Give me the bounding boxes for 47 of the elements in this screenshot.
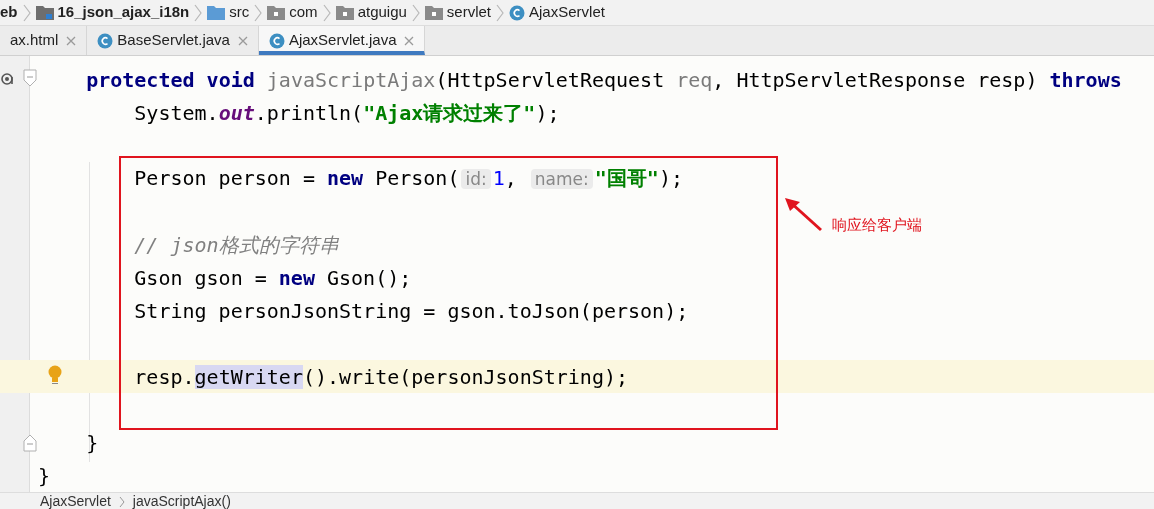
code-line: // json格式的字符串 — [133, 232, 339, 257]
breadcrumb-item[interactable]: atguigu — [357, 1, 407, 24]
code-line: } — [38, 463, 51, 488]
chevron-icon — [118, 496, 125, 508]
breadcrumb-item[interactable]: javaScriptAjax() — [132, 493, 231, 509]
code-line: System.out.println("Ajax请求过来了"); — [133, 100, 560, 125]
class-icon — [509, 4, 526, 21]
code-line: Person person = new Person( id: 1, name: "国哥"); — [133, 166, 683, 191]
override-icon[interactable] — [1, 71, 15, 87]
chevron-icon — [322, 3, 331, 22]
chevron-icon — [254, 3, 263, 22]
chevron-icon — [194, 3, 203, 22]
folder-icon — [267, 5, 286, 20]
folder-icon — [335, 5, 354, 20]
lightbulb-icon[interactable] — [48, 365, 62, 385]
class-icon — [97, 32, 114, 49]
breadcrumb-item[interactable]: AjaxServlet — [529, 1, 605, 24]
code-line: Gson gson = new Gson(); — [133, 265, 412, 290]
breadcrumb-item[interactable]: eb — [0, 1, 18, 24]
close-icon[interactable] — [237, 35, 248, 46]
breadcrumb-item[interactable]: src — [229, 1, 250, 24]
folder-icon — [35, 5, 54, 20]
code-line: } — [85, 430, 99, 455]
editor-tab[interactable]: AjaxServlet.java — [258, 26, 426, 55]
chevron-icon — [411, 3, 420, 22]
tab-label: ax.html — [10, 30, 59, 51]
breadcrumb-item[interactable]: com — [289, 1, 318, 24]
breadcrumb-item[interactable]: servlet — [446, 1, 492, 24]
code-line: resp.getWriter().write(personJsonString); — [133, 364, 629, 389]
code-line: String personJsonString = gson.toJson(person); — [133, 298, 689, 323]
tab-label: BaseServlet.java — [117, 30, 230, 51]
breadcrumb-item[interactable]: AjaxServlet — [40, 493, 111, 509]
annotation-label: 响应给客户端 — [832, 215, 922, 235]
folder-icon — [207, 5, 226, 20]
tab-label: AjaxServlet.java — [288, 30, 397, 51]
chevron-icon — [496, 3, 505, 22]
close-icon[interactable] — [404, 35, 415, 46]
annotation-arrow — [784, 197, 824, 233]
close-icon[interactable] — [66, 35, 77, 46]
breadcrumb-item[interactable]: 16_json_ajax_i18n — [57, 1, 190, 24]
code-line: protected void javaScriptAjax(HttpServletRequest req, HttpServletResponse resp) throws — [85, 67, 1122, 92]
editor-tab[interactable]: BaseServlet.java — [87, 26, 259, 55]
class-icon — [268, 32, 285, 49]
chevron-icon — [22, 3, 31, 22]
editor-tab[interactable]: ax.html — [0, 26, 88, 55]
fold-icon[interactable] — [23, 69, 37, 87]
folder-icon — [424, 5, 443, 20]
